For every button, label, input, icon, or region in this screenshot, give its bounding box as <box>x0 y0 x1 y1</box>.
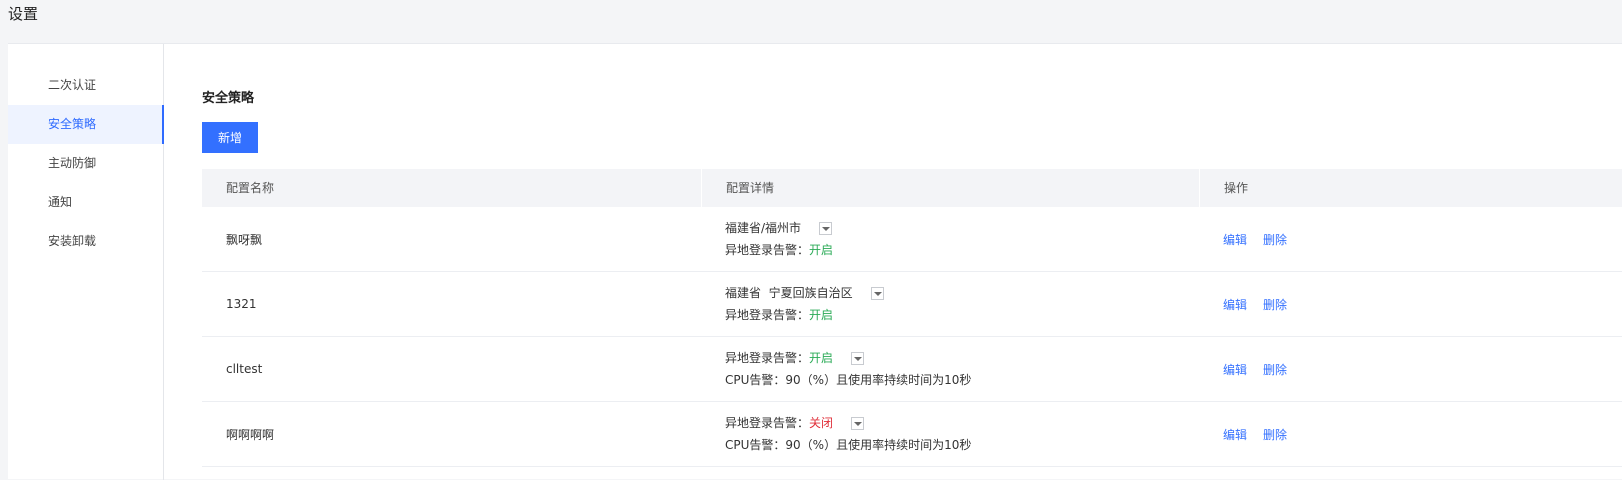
detail-line-2: 异地登录告警： <box>725 308 810 322</box>
row-detail: 异地登录告警： 开启 CPU告警：90（%）且使用率持续时间为10秒 <box>701 337 1199 401</box>
detail-line-2: 异地登录告警： <box>725 243 810 257</box>
detail-line-1: 异地登录告警： <box>725 416 810 430</box>
settings-panel: 二次认证 安全策略 主动防御 通知 安装卸载 安全策略 新增 配置名称 配置详情… <box>8 43 1622 480</box>
row-name: clltest <box>226 362 263 376</box>
header-actions: 操作 <box>1199 169 1622 207</box>
delete-link[interactable]: 删除 <box>1263 296 1287 313</box>
page-title: 设置 <box>8 5 39 23</box>
header-config-name: 配置名称 <box>226 181 275 195</box>
table-row: clltest 异地登录告警： 开启 CPU告警：90（%）且使用率持续时间为10… <box>202 337 1622 402</box>
header-config-detail: 配置详情 <box>701 169 1199 207</box>
row-detail: 福建省 宁夏回族自治区 异地登录告警： 开启 <box>701 272 1199 336</box>
add-button[interactable]: 新增 <box>202 122 258 153</box>
table-row: 1321 福建省 宁夏回族自治区 异地登录告警： 开启 编辑 删除 <box>202 272 1622 337</box>
row-name: 啊啊啊啊 <box>226 427 275 442</box>
row-name: 1321 <box>226 297 257 311</box>
delete-link[interactable]: 删除 <box>1263 231 1287 248</box>
delete-link[interactable]: 删除 <box>1263 426 1287 443</box>
expand-dropdown-icon[interactable] <box>870 286 884 300</box>
expand-dropdown-icon[interactable] <box>819 221 833 235</box>
status-on: 开启 <box>809 243 834 257</box>
delete-link[interactable]: 删除 <box>1263 361 1287 378</box>
sidebar-item-notifications[interactable]: 通知 <box>8 183 163 222</box>
status-on: 开启 <box>809 308 834 322</box>
table-row: 飘呀飘 福建省/福州市 异地登录告警： 开启 编辑 删除 <box>202 207 1622 272</box>
row-name: 飘呀飘 <box>226 232 263 247</box>
sidebar: 二次认证 安全策略 主动防御 通知 安装卸载 <box>8 44 164 480</box>
expand-dropdown-icon[interactable] <box>851 416 865 430</box>
status-on: 开启 <box>809 351 834 365</box>
section-title: 安全策略 <box>202 91 255 106</box>
row-actions: 编辑 删除 <box>1199 272 1622 336</box>
status-off: 关闭 <box>809 416 834 430</box>
sidebar-item-security-policy[interactable]: 安全策略 <box>8 105 164 144</box>
detail-line-2: CPU告警：90（%）且使用率持续时间为10秒 <box>725 373 972 387</box>
main-content: 安全策略 新增 配置名称 配置详情 操作 飘呀飘 福建省/福州市 异地登录告警：… <box>202 44 1622 480</box>
expand-dropdown-icon[interactable] <box>851 351 865 365</box>
detail-line-1: 福建省/福州市 <box>725 221 802 235</box>
detail-line-1: 异地登录告警： <box>725 351 810 365</box>
edit-link[interactable]: 编辑 <box>1223 231 1247 248</box>
policy-table: 配置名称 配置详情 操作 飘呀飘 福建省/福州市 异地登录告警： 开启 编辑 删… <box>202 169 1622 467</box>
row-actions: 编辑 删除 <box>1199 402 1622 466</box>
table-row: 啊啊啊啊 异地登录告警： 关闭 CPU告警：90（%）且使用率持续时间为10秒 编… <box>202 402 1622 467</box>
sidebar-item-install-uninstall[interactable]: 安装卸载 <box>8 222 163 261</box>
edit-link[interactable]: 编辑 <box>1223 361 1247 378</box>
edit-link[interactable]: 编辑 <box>1223 426 1247 443</box>
detail-line-1: 福建省 宁夏回族自治区 <box>725 286 853 300</box>
sidebar-item-active-defense[interactable]: 主动防御 <box>8 144 163 183</box>
row-actions: 编辑 删除 <box>1199 337 1622 401</box>
row-detail: 福建省/福州市 异地登录告警： 开启 <box>701 207 1199 271</box>
detail-line-2: CPU告警：90（%）且使用率持续时间为10秒 <box>725 438 972 452</box>
edit-link[interactable]: 编辑 <box>1223 296 1247 313</box>
row-detail: 异地登录告警： 关闭 CPU告警：90（%）且使用率持续时间为10秒 <box>701 402 1199 466</box>
table-header: 配置名称 配置详情 操作 <box>202 169 1622 207</box>
row-actions: 编辑 删除 <box>1199 207 1622 271</box>
sidebar-item-2fa[interactable]: 二次认证 <box>8 66 163 105</box>
